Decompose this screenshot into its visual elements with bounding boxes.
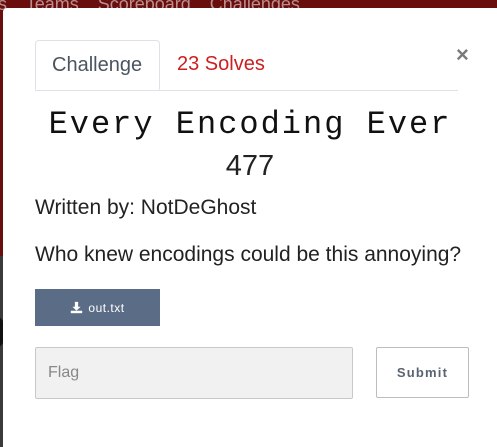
- challenge-value: 477: [225, 150, 275, 182]
- tab-solves[interactable]: 23 Solves: [161, 40, 281, 90]
- challenge-description: Who knew encodings could be this annoyin…: [35, 243, 462, 266]
- challenge-modal: × Challenge 23 Solves Every Encoding Eve…: [3, 8, 497, 447]
- challenge-author: Written by: NotDeGhost: [35, 196, 257, 219]
- submit-button[interactable]: Submit: [376, 347, 469, 398]
- challenge-title: Every Encoding Ever: [48, 106, 452, 143]
- download-icon: [71, 301, 83, 314]
- tab-challenge[interactable]: Challenge: [35, 40, 160, 90]
- modal-tabs: Challenge 23 Solves: [35, 40, 458, 91]
- download-file-button[interactable]: out.txt: [35, 289, 160, 326]
- download-file-label: out.txt: [88, 300, 125, 315]
- flag-input[interactable]: [35, 347, 353, 399]
